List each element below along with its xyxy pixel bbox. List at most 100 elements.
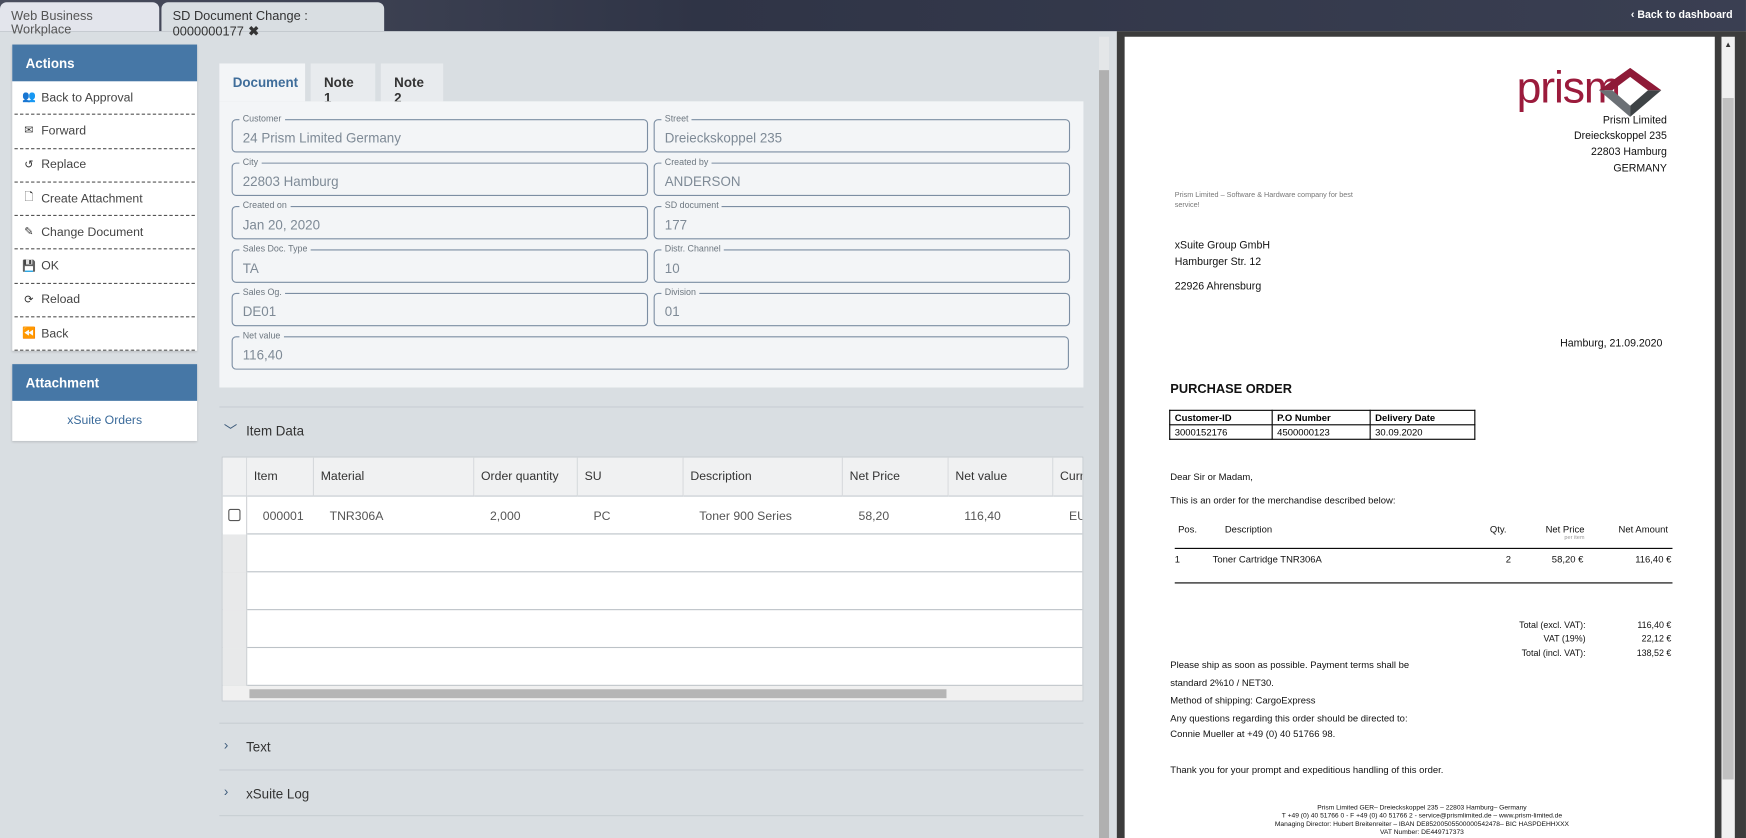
pdf-text: Description	[1224, 523, 1273, 535]
row-checkbox[interactable]	[228, 508, 241, 522]
field-value: 22803 Hamburg	[242, 173, 339, 190]
table-row[interactable]: 000001 TNR306A 2,000 PC Toner 900 Series 58,2…	[222, 496, 1083, 535]
body-line: standard 2%10 / NET30.	[1170, 677, 1274, 689]
item-grid: Item Material Order quantity SU Description N…	[221, 456, 1084, 702]
main-scrollbar[interactable]	[1099, 36, 1110, 838]
section-title: Item Data	[246, 423, 305, 439]
pdf-text: Pos.	[1178, 523, 1198, 535]
footer-line: Managing Director: Hubert Breitenreiter …	[1274, 821, 1570, 829]
column-header[interactable]: SU	[577, 457, 684, 497]
footer-line: VAT Number: DE449717373	[1379, 829, 1464, 837]
field-label: Net value	[239, 330, 284, 341]
footer-line: T +49 (0) 40 51766 0 - F +49 (0) 40 5176…	[1281, 813, 1563, 820]
pdf-text: 58,20 €	[1551, 553, 1584, 565]
pencil-icon: ✎	[24, 226, 34, 239]
prism-diamond-logo-icon	[1598, 67, 1662, 117]
undo-icon: ↺	[24, 158, 34, 172]
field-created-on[interactable]: Created on Jan 20, 2020	[231, 200, 649, 240]
row-header	[222, 534, 248, 573]
pdf-text: per item	[1564, 534, 1585, 542]
tab-note-2[interactable]: Note 2	[380, 63, 444, 106]
total-value: 22,12 €	[1641, 633, 1672, 644]
field-value: Jan 20, 2020	[242, 217, 321, 233]
tab-document[interactable]: Document	[219, 63, 306, 102]
action-back[interactable]: ⏪ Back	[14, 317, 195, 352]
field-city[interactable]: City 22803 Hamburg	[231, 157, 649, 196]
table-row	[222, 610, 1083, 649]
cell: 58,20	[858, 509, 890, 524]
scrollbar-thumb[interactable]	[1722, 97, 1734, 780]
sender-line: Dreieckskoppel 235	[1574, 130, 1667, 143]
action-create-attachment[interactable]: 🗋 Create Attachment	[14, 182, 195, 217]
chevron-right-icon: ›	[223, 783, 229, 800]
file-icon: 🗋	[24, 191, 34, 204]
letter-date: Hamburg, 21.09.2020	[1560, 337, 1663, 350]
tab-note-1[interactable]: Note 1	[310, 63, 376, 106]
sender-line: 22803 Hamburg	[1591, 145, 1667, 159]
tab-web-business-workplace[interactable]: Web Business Workplace	[0, 2, 160, 37]
column-header[interactable]: Curr	[1053, 457, 1083, 497]
action-back-to-approval[interactable]: 👥 Back to Approval	[14, 81, 195, 116]
field-value: DE01	[242, 303, 277, 320]
action-replace[interactable]: ↺ Replace	[14, 149, 195, 183]
item-data-section-toggle[interactable]: ﹀ Item Data	[219, 406, 1084, 453]
column-header[interactable]: Material	[314, 457, 475, 497]
pdf-text: 2	[1505, 553, 1512, 565]
total-label: Total (incl. VAT):	[1521, 648, 1586, 659]
action-label: Reload	[41, 293, 81, 307]
section-title: Text	[246, 739, 271, 755]
field-label: Distr. Channel	[661, 243, 725, 254]
column-header[interactable]: Net Price	[842, 457, 949, 497]
total-value: 138,52 €	[1636, 648, 1672, 659]
field-value: 10	[664, 260, 680, 277]
action-reload[interactable]: ⟳ Reload	[14, 284, 195, 318]
table-row	[222, 572, 1083, 611]
pdf-page: prism Prism Limited Dreieckskoppel 235 228…	[1124, 36, 1715, 838]
order-info-table: Customer-ID P.O Number Delivery Date 300015…	[1169, 409, 1476, 440]
field-sd-document[interactable]: SD document 177	[653, 200, 1071, 240]
cell: 116,40	[964, 509, 1001, 524]
action-forward[interactable]: ✉ Forward	[14, 115, 195, 149]
column-header[interactable]: Net value	[948, 457, 1054, 497]
field-value: ANDERSON	[664, 173, 741, 190]
recipient-line: 22926 Ahrensburg	[1174, 280, 1262, 293]
text-section-toggle[interactable]: › Text	[219, 722, 1084, 770]
column-header[interactable]: Order quantity	[474, 457, 578, 497]
recipient-line: xSuite Group GmbH	[1174, 239, 1270, 252]
field-created-by[interactable]: Created by ANDERSON	[653, 157, 1071, 196]
scrollbar-thumb[interactable]	[1099, 70, 1110, 838]
field-sales-doc-type[interactable]: Sales Doc. Type TA	[231, 243, 649, 283]
field-net-value[interactable]: Net value 116,40	[231, 330, 1069, 370]
info-value: 30.09.2020	[1369, 424, 1476, 440]
tab-sd-document-change[interactable]: SD Document Change : 0000000177 ✖	[161, 2, 385, 39]
field-distr-channel[interactable]: Distr. Channel 10	[653, 243, 1071, 283]
action-label: Forward	[41, 124, 87, 139]
column-header[interactable]: Description	[683, 457, 843, 497]
scrollbar-thumb[interactable]	[249, 689, 947, 699]
field-value: 116,40	[242, 347, 283, 364]
pdf-text: Toner Cartridge TNR306A	[1212, 553, 1322, 565]
xsuite-log-section-toggle[interactable]: › xSuite Log	[219, 769, 1084, 817]
field-division[interactable]: Division 01	[653, 287, 1071, 327]
action-ok[interactable]: 💾 OK	[14, 250, 195, 284]
back-to-dashboard-link[interactable]: ‹ Back to dashboard	[1631, 9, 1733, 21]
field-customer[interactable]: Customer 24 Prism Limited Germany	[231, 113, 649, 153]
action-label: Change Document	[41, 225, 144, 240]
pdf-text: Net Amount	[1618, 523, 1669, 535]
field-value: 24 Prism Limited Germany	[242, 130, 401, 146]
column-header[interactable]: Item	[247, 457, 315, 497]
sender-line: GERMANY	[1613, 162, 1667, 175]
chevron-right-icon: ›	[223, 737, 229, 753]
grid-hscrollbar[interactable]	[222, 685, 1083, 701]
action-change-document[interactable]: ✎ Change Document	[14, 216, 195, 250]
section-title: xSuite Log	[246, 786, 310, 802]
field-sales-og-[interactable]: Sales Og. DE01	[231, 287, 649, 327]
scroll-up-icon[interactable]: ▲	[1721, 41, 1734, 49]
field-label: Customer	[239, 113, 285, 124]
field-street[interactable]: Street Dreieckskoppel 235	[653, 113, 1071, 153]
action-label: OK	[41, 259, 59, 273]
total-label: VAT (19%)	[1543, 633, 1586, 644]
attachment-item[interactable]: xSuite Orders	[12, 401, 197, 441]
pdf-text: Net Price	[1545, 523, 1585, 535]
pdf-scrollbar[interactable]: ▲	[1721, 36, 1735, 838]
